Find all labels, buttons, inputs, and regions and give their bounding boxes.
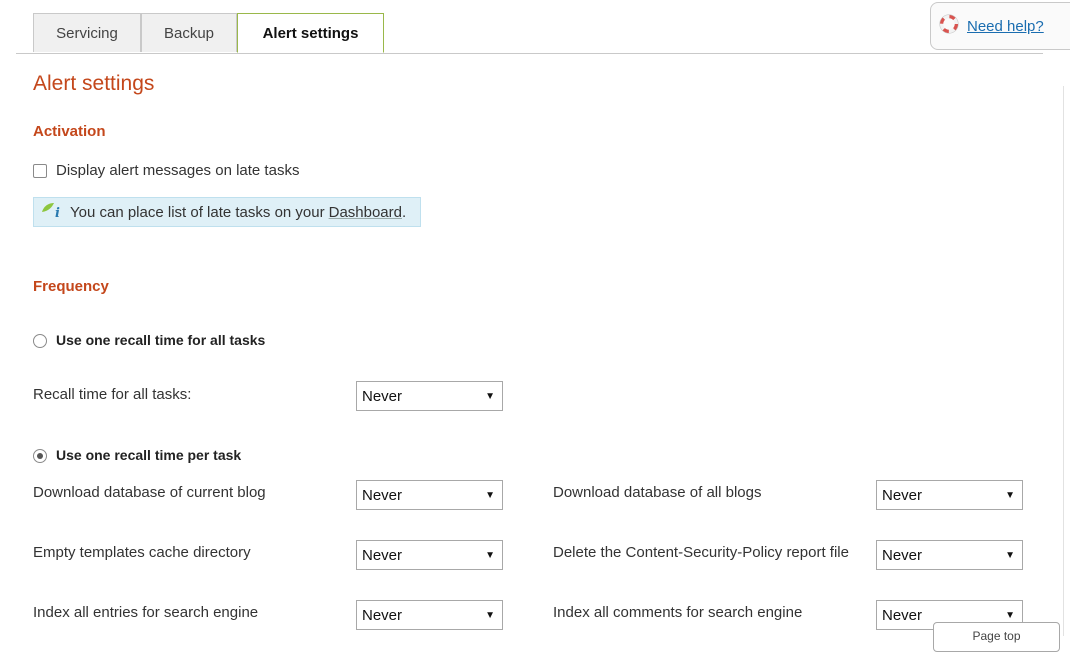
svg-text:i: i <box>55 206 60 219</box>
frequency-heading: Frequency <box>33 278 109 295</box>
radio-selected-dot <box>37 453 43 459</box>
recall-all-radio[interactable] <box>33 334 47 348</box>
task-label: Empty templates cache directory <box>33 544 251 561</box>
info-box: i You can place list of late tasks on yo… <box>33 197 421 227</box>
tab-alert-settings[interactable]: Alert settings <box>237 13 384 53</box>
dashboard-link[interactable]: Dashboard <box>329 204 402 221</box>
task-recall-value: Never <box>882 546 923 564</box>
scrollbar[interactable] <box>1063 86 1070 636</box>
info-text: You can place list of late tasks on your <box>70 203 325 221</box>
task-label: Download database of current blog <box>33 484 266 501</box>
task-recall-value: Never <box>882 486 923 504</box>
task-recall-select[interactable]: Never ▼ <box>876 480 1023 510</box>
need-help-link[interactable]: Need help? <box>967 18 1044 35</box>
task-recall-value: Never <box>362 486 403 504</box>
recall-per-task-radio[interactable] <box>33 449 47 463</box>
help-box: Need help? <box>930 2 1070 50</box>
task-recall-select[interactable]: Never ▼ <box>876 540 1023 570</box>
dropdown-arrow-icon: ▼ <box>485 549 495 561</box>
task-recall-value: Never <box>362 546 403 564</box>
task-recall-select[interactable]: Never ▼ <box>356 600 503 630</box>
dropdown-arrow-icon: ▼ <box>1005 549 1015 561</box>
tab-servicing[interactable]: Servicing <box>33 13 141 52</box>
dropdown-arrow-icon: ▼ <box>1005 489 1015 501</box>
task-recall-select[interactable]: Never ▼ <box>356 540 503 570</box>
task-recall-select[interactable]: Never ▼ <box>356 480 503 510</box>
recall-all-label: Recall time for all tasks: <box>33 386 192 403</box>
dropdown-arrow-icon: ▼ <box>485 609 495 621</box>
alert-messages-checkbox-label: Display alert messages on late tasks <box>56 162 300 179</box>
info-icon: i <box>40 201 64 223</box>
recall-all-value: Never <box>362 387 403 405</box>
task-recall-value: Never <box>362 606 403 624</box>
alert-messages-checkbox[interactable] <box>33 164 47 178</box>
dropdown-arrow-icon: ▼ <box>485 390 495 402</box>
task-label: Index all entries for search engine <box>33 604 259 621</box>
task-label: Delete the Content-Security-Policy repor… <box>553 544 849 561</box>
page-top-button[interactable]: Page top <box>933 622 1060 652</box>
tab-backup[interactable]: Backup <box>141 13 237 52</box>
lifebuoy-icon <box>939 13 959 39</box>
page-title: Alert settings <box>33 72 155 95</box>
tab-bar: Servicing Backup Alert settings <box>16 0 1043 54</box>
task-recall-value: Never <box>882 606 923 624</box>
dropdown-arrow-icon: ▼ <box>1005 609 1015 621</box>
task-label: Download database of all blogs <box>553 484 762 501</box>
task-label: Index all comments for search engine <box>553 604 803 621</box>
recall-all-select[interactable]: Never ▼ <box>356 381 503 411</box>
activation-heading: Activation <box>33 123 106 140</box>
dropdown-arrow-icon: ▼ <box>485 489 495 501</box>
info-suffix: . <box>402 203 407 221</box>
recall-all-radio-label: Use one recall time for all tasks <box>56 332 266 348</box>
recall-per-task-radio-label: Use one recall time per task <box>56 447 242 463</box>
